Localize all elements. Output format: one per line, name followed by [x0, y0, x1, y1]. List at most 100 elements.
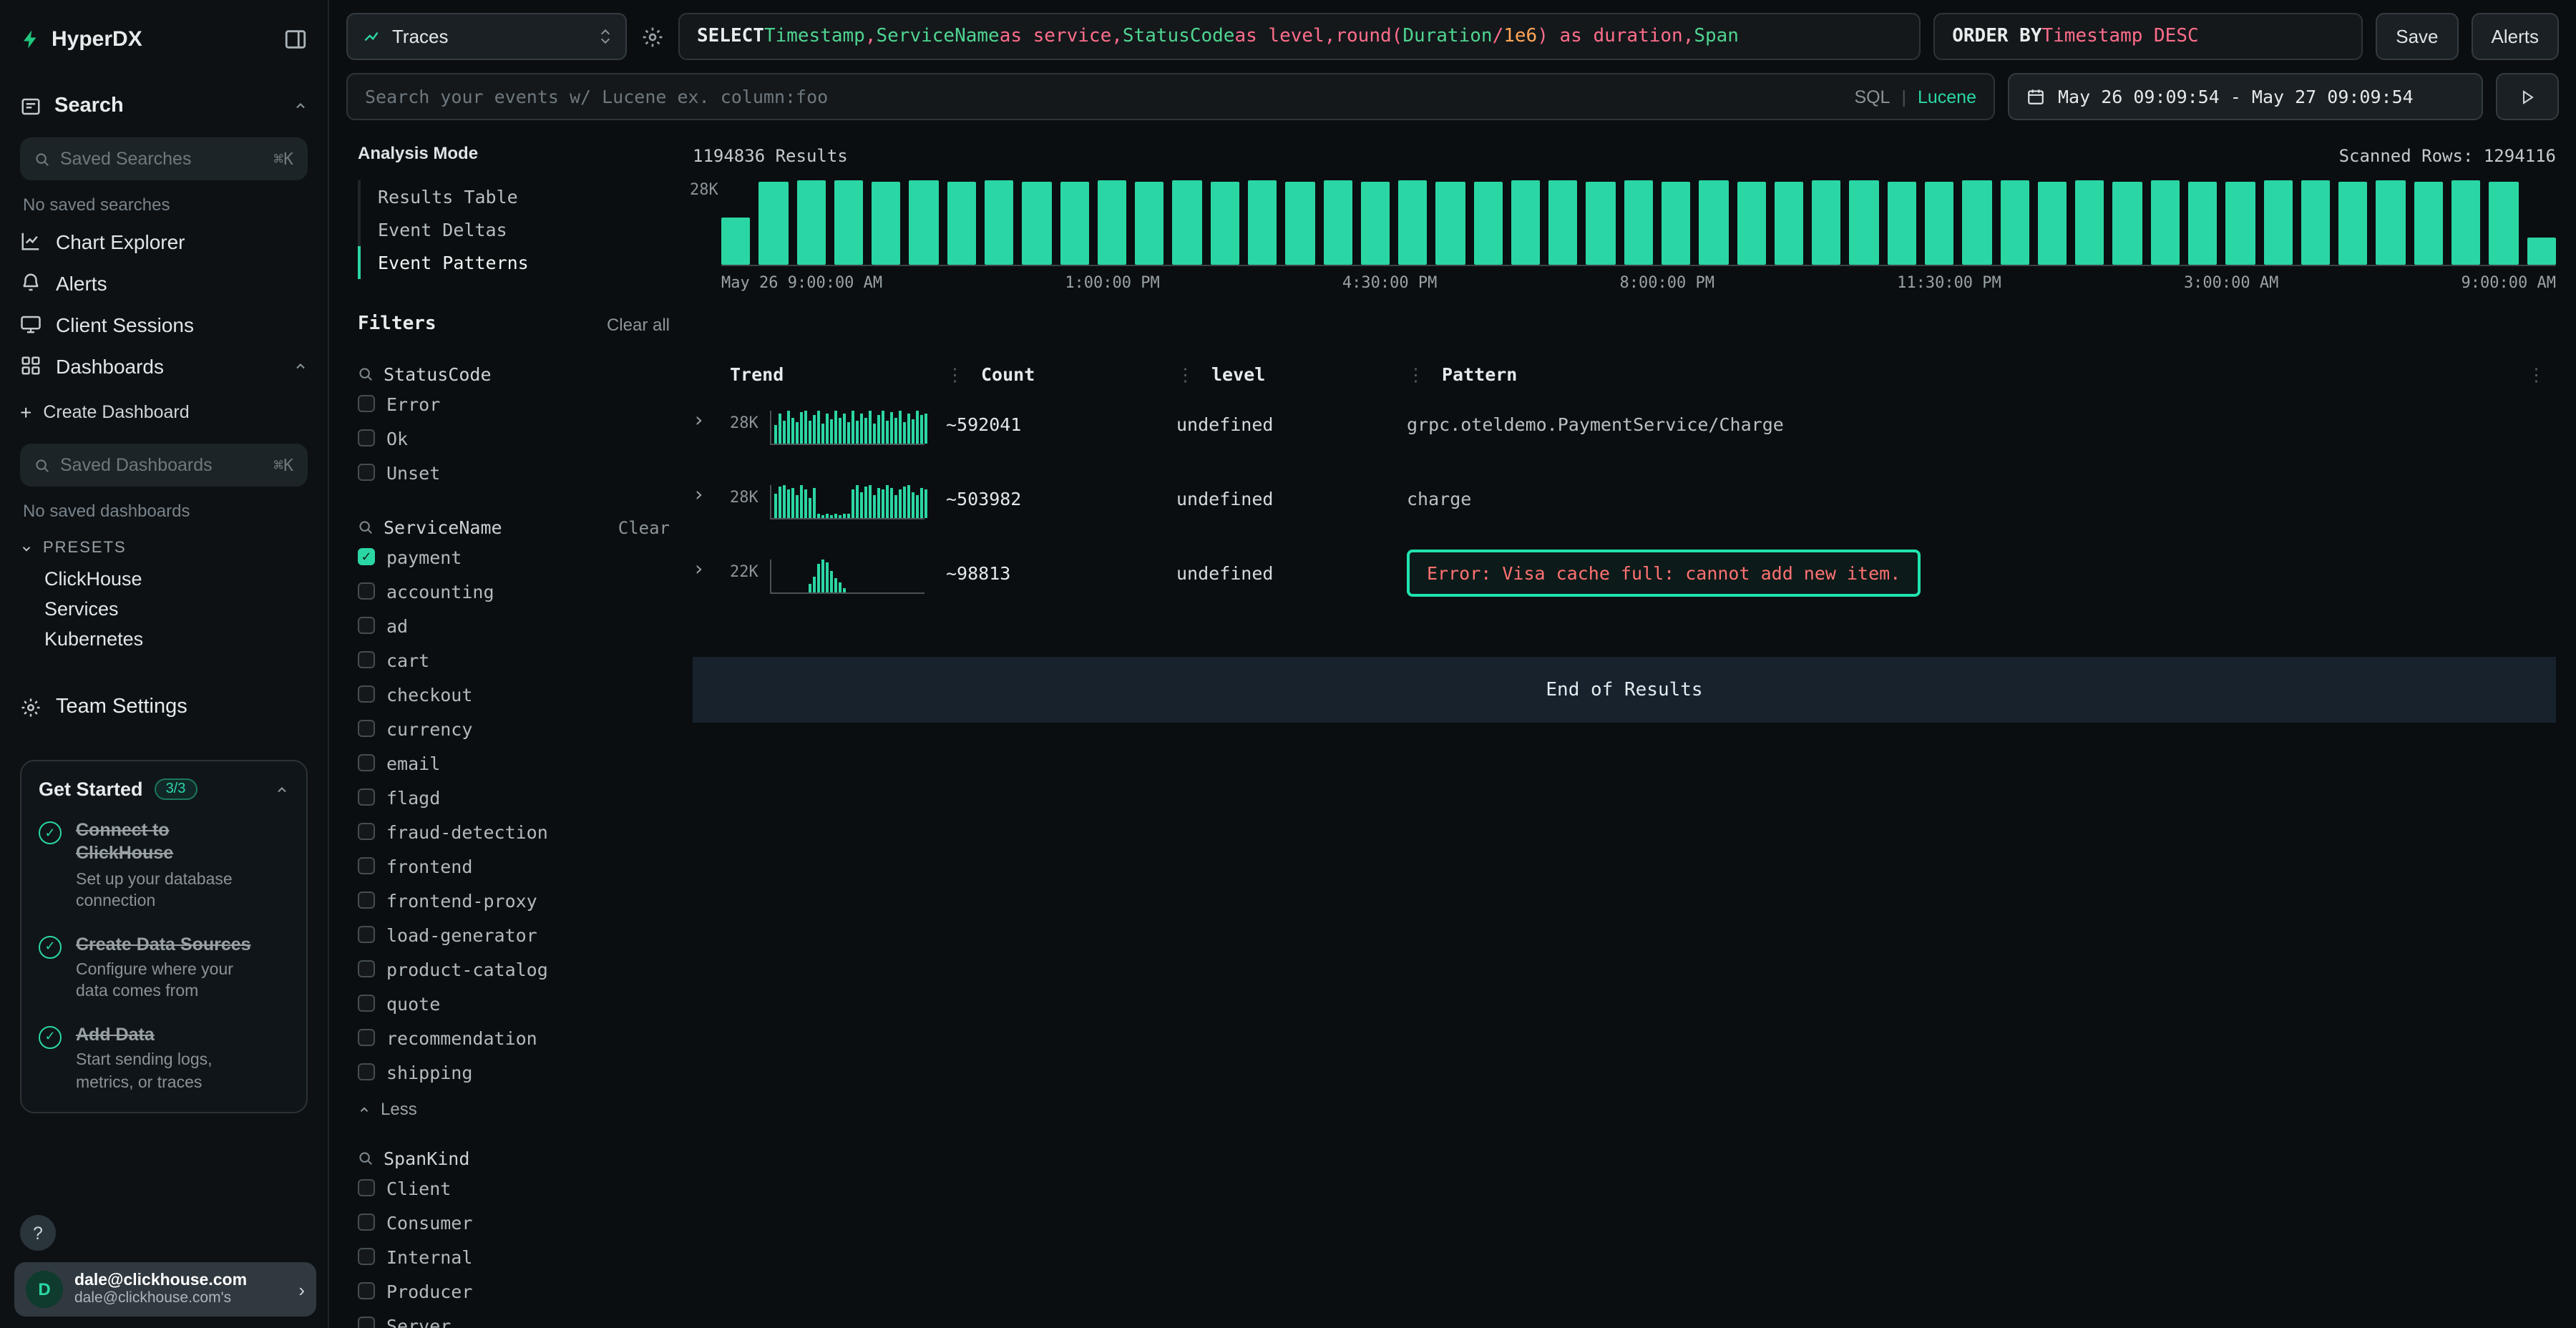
checkbox[interactable] — [358, 857, 375, 874]
filter-option-currency[interactable]: currency — [358, 713, 670, 744]
filter-option-client[interactable]: Client — [358, 1172, 670, 1204]
pattern-row[interactable]: ›28K~503982undefinedcharge — [693, 485, 2556, 534]
checkbox[interactable] — [358, 651, 375, 668]
sidebar-item-alerts[interactable]: Alerts — [20, 262, 308, 303]
checkbox[interactable] — [358, 995, 375, 1012]
get-started-item[interactable]: ✓Add DataStart sending logs, metrics, or… — [39, 1023, 289, 1095]
sidebar-item-chart-explorer[interactable]: Chart Explorer — [20, 220, 308, 262]
expand-row-icon[interactable]: › — [693, 409, 705, 432]
checkbox[interactable] — [358, 788, 375, 806]
alerts-button[interactable]: Alerts — [2472, 13, 2559, 60]
column-header-count[interactable]: ⋮ Count — [946, 363, 1176, 385]
get-started-item[interactable]: ✓Connect to ClickHouseSet up your databa… — [39, 819, 289, 914]
filter-option-payment[interactable]: ✓payment — [358, 541, 670, 572]
date-range-picker[interactable]: May 26 09:09:54 - May 27 09:09:54 — [2008, 73, 2483, 120]
get-started-item[interactable]: ✓Create Data SourcesConfigure where your… — [39, 932, 289, 1005]
filter-option-frontend[interactable]: frontend — [358, 850, 670, 882]
source-select[interactable]: Traces — [346, 13, 627, 60]
filter-option-shipping[interactable]: shipping — [358, 1056, 670, 1088]
preset-clickhouse[interactable]: ClickHouse — [20, 564, 308, 594]
checkbox[interactable] — [358, 429, 375, 446]
column-header-pattern[interactable]: ⋮ Pattern — [1407, 363, 2527, 385]
filter-option-frontend-proxy[interactable]: frontend-proxy — [358, 884, 670, 916]
filter-group-header[interactable]: SpanKind — [358, 1148, 670, 1169]
filter-option-accounting[interactable]: accounting — [358, 575, 670, 607]
filter-option-quote[interactable]: quote — [358, 987, 670, 1019]
pattern-row[interactable]: ›22K~98813undefinedError: Visa cache ful… — [693, 560, 2556, 608]
saved-dashboards-input[interactable]: Saved Dashboards ⌘K — [20, 444, 308, 487]
results-histogram[interactable]: 28K May 26 9:00:00 AM1:00:00 PM4:30:00 P… — [693, 180, 2556, 292]
analysis-mode-results-table[interactable]: Results Table — [358, 180, 670, 213]
expand-row-icon[interactable]: › — [693, 558, 705, 581]
filter-option-product-catalog[interactable]: product-catalog — [358, 953, 670, 985]
create-dashboard-button[interactable]: + Create Dashboard — [20, 392, 308, 432]
presets-toggle[interactable]: PRESETS — [20, 532, 308, 564]
lucene-toggle[interactable]: Lucene — [1918, 87, 1976, 107]
filter-option-consumer[interactable]: Consumer — [358, 1206, 670, 1238]
filter-group-header[interactable]: ServiceNameClear — [358, 517, 670, 538]
preset-services[interactable]: Services — [20, 594, 308, 624]
column-header-trend[interactable]: Trend — [730, 363, 946, 385]
checkbox[interactable] — [358, 1248, 375, 1265]
sql-toggle[interactable]: SQL — [1854, 87, 1890, 107]
filter-group-header[interactable]: StatusCode — [358, 363, 670, 385]
filter-option-unset[interactable]: Unset — [358, 456, 670, 488]
order-by-editor[interactable]: ORDER BY Timestamp DESC — [1933, 13, 2363, 60]
checkbox[interactable] — [358, 582, 375, 600]
show-less-toggle[interactable]: Less — [358, 1099, 670, 1119]
filter-option-producer[interactable]: Producer — [358, 1275, 670, 1307]
filter-option-server[interactable]: Server — [358, 1309, 670, 1328]
filter-option-cart[interactable]: cart — [358, 644, 670, 675]
search-input[interactable] — [365, 86, 1843, 107]
checkbox[interactable]: ✓ — [358, 548, 375, 565]
filter-option-ad[interactable]: ad — [358, 610, 670, 641]
table-menu-icon[interactable]: ⋮ — [2527, 363, 2556, 385]
saved-searches-input[interactable]: Saved Searches ⌘K — [20, 137, 308, 180]
sql-query-editor[interactable]: SELECT Timestamp, ServiceName as service… — [678, 13, 1921, 60]
checkbox[interactable] — [358, 1179, 375, 1196]
filter-option-error[interactable]: Error — [358, 388, 670, 419]
column-drag-handle[interactable]: ⋮ — [1176, 363, 1194, 385]
clear-facet-link[interactable]: Clear — [618, 517, 670, 537]
checkbox[interactable] — [358, 754, 375, 771]
column-drag-handle[interactable]: ⋮ — [1407, 363, 1425, 385]
checkbox[interactable] — [358, 1063, 375, 1080]
sidebar-item-dashboards[interactable]: Dashboards — [20, 345, 308, 386]
hyperdx-logo[interactable]: HyperDX — [20, 26, 142, 51]
filter-option-recommendation[interactable]: recommendation — [358, 1022, 670, 1053]
checkbox[interactable] — [358, 960, 375, 977]
checkbox[interactable] — [358, 926, 375, 943]
filter-option-fraud-detection[interactable]: fraud-detection — [358, 816, 670, 847]
checkbox[interactable] — [358, 395, 375, 412]
checkbox[interactable] — [358, 1317, 375, 1328]
sidebar-item-client-sessions[interactable]: Client Sessions — [20, 303, 308, 345]
checkbox[interactable] — [358, 1214, 375, 1231]
checkbox[interactable] — [358, 617, 375, 634]
run-query-button[interactable] — [2496, 73, 2559, 120]
filter-option-load-generator[interactable]: load-generator — [358, 919, 670, 950]
checkbox[interactable] — [358, 1282, 375, 1299]
collapse-sidebar-icon[interactable] — [283, 26, 308, 51]
help-button[interactable]: ? — [20, 1215, 56, 1251]
filter-option-flagd[interactable]: flagd — [358, 781, 670, 813]
filter-option-email[interactable]: email — [358, 747, 670, 778]
column-drag-handle[interactable]: ⋮ — [946, 363, 964, 385]
pattern-row[interactable]: ›28K~592041undefinedgrpc.oteldemo.Paymen… — [693, 411, 2556, 459]
analysis-mode-event-patterns[interactable]: Event Patterns — [358, 246, 670, 279]
search-section-toggle[interactable]: Search — [20, 86, 308, 126]
get-started-header[interactable]: Get Started 3/3 — [39, 778, 289, 800]
preset-kubernetes[interactable]: Kubernetes — [20, 624, 308, 654]
checkbox[interactable] — [358, 1029, 375, 1046]
sidebar-item-team-settings[interactable]: Team Settings — [20, 685, 308, 728]
analysis-mode-event-deltas[interactable]: Event Deltas — [358, 213, 670, 246]
checkbox[interactable] — [358, 892, 375, 909]
filter-option-checkout[interactable]: checkout — [358, 678, 670, 710]
checkbox[interactable] — [358, 720, 375, 737]
checkbox[interactable] — [358, 823, 375, 840]
clear-all-link[interactable]: Clear all — [607, 314, 670, 334]
checkbox[interactable] — [358, 685, 375, 703]
checkbox[interactable] — [358, 464, 375, 481]
save-button[interactable]: Save — [2376, 13, 2458, 60]
expand-row-icon[interactable]: › — [693, 484, 705, 507]
source-settings-gear-icon[interactable] — [641, 25, 664, 48]
